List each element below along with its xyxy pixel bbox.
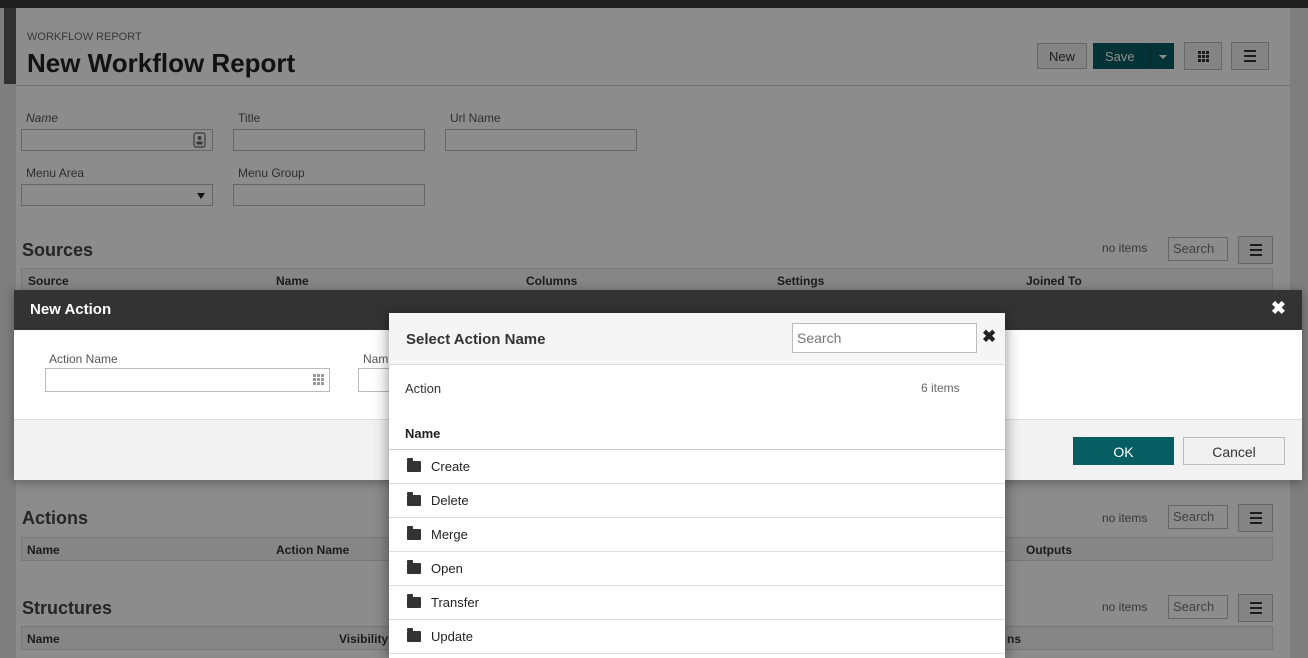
list-item-label: Transfer (431, 595, 479, 610)
action-name-label: Action Name (49, 352, 118, 366)
folder-icon (407, 628, 421, 642)
picker-title: Select Action Name (406, 331, 546, 348)
folder-icon (407, 458, 421, 472)
grid-icon[interactable] (312, 373, 326, 387)
folder-icon (407, 492, 421, 506)
list-item-label: Open (431, 561, 463, 576)
column-header: Name (405, 426, 441, 441)
close-icon[interactable]: ✖ (982, 327, 996, 347)
list-item-label: Delete (431, 493, 469, 508)
dialog-name-label: Nam (363, 352, 389, 366)
picker-column-header[interactable]: Name (389, 415, 1005, 450)
list-item[interactable]: Transfer (389, 586, 1005, 620)
list-item-label: Merge (431, 527, 468, 542)
list-item[interactable]: Open (389, 552, 1005, 586)
list-item[interactable]: Delete (389, 484, 1005, 518)
picker-header: Select Action Name Search ✖ (389, 313, 1005, 365)
cancel-button[interactable]: Cancel (1183, 437, 1285, 465)
folder-icon (407, 594, 421, 608)
folder-icon (407, 560, 421, 574)
dialog-title: New Action (30, 301, 112, 318)
close-icon[interactable]: ✖ (1271, 298, 1286, 319)
picker-list-title: Action (405, 381, 442, 396)
list-item-label: Create (431, 459, 471, 474)
picker-item-count: 6 items (921, 381, 960, 395)
list-item[interactable]: Merge (389, 518, 1005, 552)
picker-search-input[interactable]: Search (792, 323, 977, 353)
list-item[interactable]: Create (389, 450, 1005, 484)
list-item[interactable]: Update (389, 620, 1005, 654)
folder-icon (407, 526, 421, 540)
action-name-input[interactable] (45, 368, 330, 392)
select-action-name-picker: Select Action Name Search ✖ Action 6 ite… (389, 313, 1005, 658)
ok-button[interactable]: OK (1073, 437, 1174, 465)
list-item-label: Update (431, 629, 473, 644)
